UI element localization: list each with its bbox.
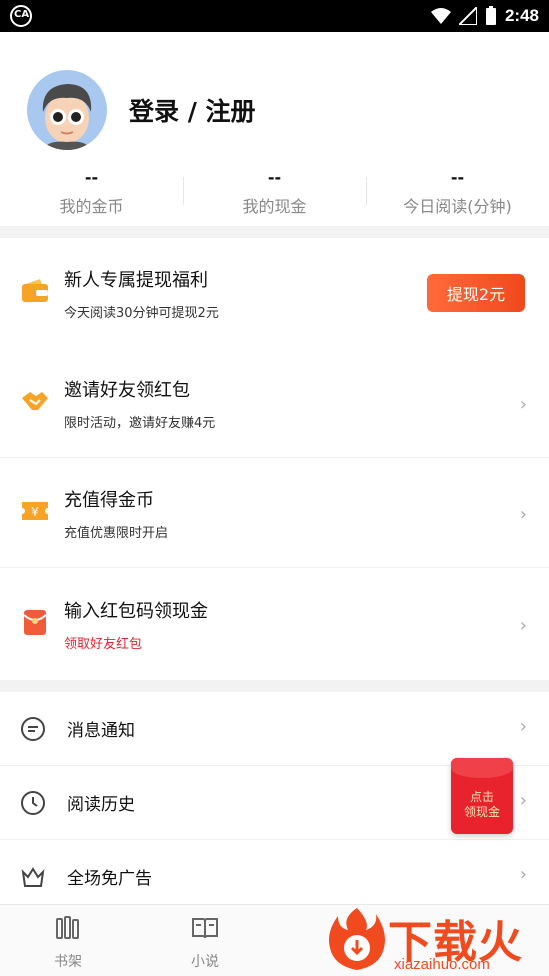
red-packet-line1: 点击 [469, 790, 494, 804]
promo-title: 输入红包码领现金 [64, 601, 208, 622]
wifi-icon [430, 8, 451, 24]
profile-header: 登录 / 注册 -- 我的金币 -- 我的现金 -- 今日阅读(分钟) [0, 32, 549, 226]
chevron-right-icon: › [519, 864, 527, 885]
app-notification-icon: CA [10, 5, 32, 27]
login-register-link[interactable]: 登录 / 注册 [129, 92, 256, 128]
withdraw-button[interactable]: 提现2元 [427, 274, 525, 312]
stat-cash[interactable]: -- 我的现金 [183, 167, 366, 217]
avatar[interactable] [27, 70, 107, 150]
stat-value: -- [450, 168, 465, 187]
handshake-icon [22, 392, 48, 410]
crown-icon [21, 867, 45, 887]
bookshelf-icon [56, 916, 79, 939]
settings-notifications[interactable]: 消息通知 › [0, 692, 549, 766]
settings-label: 全场免广告 [67, 869, 152, 889]
section-divider [0, 680, 549, 692]
message-icon [21, 717, 45, 741]
promo-invite-friends[interactable]: 邀请好友领红包 限时活动，邀请好友赚4元 › [0, 348, 549, 458]
chevron-right-icon: › [519, 394, 527, 415]
signal-icon [458, 7, 477, 25]
watermark: 下载火 xiazaihuo.com [322, 904, 549, 976]
promo-title: 邀请好友领红包 [64, 380, 190, 401]
floating-red-packet-button[interactable]: 点击 领现金 [451, 758, 513, 834]
chevron-right-icon: › [519, 504, 527, 525]
settings-label: 消息通知 [67, 721, 135, 741]
red-envelope-icon [23, 610, 47, 635]
promo-title: 新人专属提现福利 [64, 270, 208, 291]
svg-text:¥: ¥ [31, 505, 39, 519]
flame-logo-icon [329, 908, 385, 970]
status-bar: CA 2:48 [0, 0, 549, 32]
stat-label: 今日阅读(分钟) [403, 197, 512, 216]
tab-label: 小说 [191, 954, 219, 970]
red-packet-line2: 领现金 [463, 805, 500, 819]
chevron-right-icon: › [519, 615, 527, 636]
clock: 2:48 [504, 6, 539, 25]
settings-ad-free[interactable]: 全场免广告 › [0, 840, 549, 914]
wallet-icon [22, 279, 48, 302]
stat-value: -- [267, 168, 282, 187]
tab-label: 书架 [54, 954, 82, 970]
stat-reading-minutes[interactable]: -- 今日阅读(分钟) [366, 167, 549, 217]
section-divider [0, 226, 549, 238]
settings-label: 阅读历史 [67, 795, 135, 815]
battery-icon [485, 6, 496, 25]
stats-row: -- 我的金币 -- 我的现金 -- 今日阅读(分钟) [0, 167, 549, 217]
clock-icon [21, 791, 45, 815]
promo-subtitle: 今天阅读30分钟可提现2元 [64, 306, 219, 321]
promo-subtitle: 领取好友红包 [64, 637, 143, 652]
tab-bookshelf[interactable]: 书架 [28, 905, 108, 976]
chevron-right-icon: › [519, 716, 527, 737]
book-icon [192, 918, 218, 939]
promo-recharge-coins[interactable]: ¥ 充值得金币 充值优惠限时开启 › [0, 458, 549, 568]
promo-subtitle: 充值优惠限时开启 [64, 526, 169, 541]
stat-label: 我的金币 [59, 197, 124, 216]
promo-newuser-withdraw[interactable]: 新人专属提现福利 今天阅读30分钟可提现2元 提现2元 [0, 238, 549, 348]
promo-title: 充值得金币 [64, 490, 154, 511]
chevron-right-icon: › [519, 790, 527, 811]
promo-subtitle: 限时活动，邀请好友赚4元 [64, 416, 216, 431]
watermark-subtext: xiazaihuo.com [394, 956, 490, 973]
tab-novel[interactable]: 小说 [165, 905, 245, 976]
stat-value: -- [84, 168, 99, 187]
stat-label: 我的现金 [242, 197, 307, 216]
promo-redeem-code[interactable]: 输入红包码领现金 领取好友红包 › [0, 569, 549, 679]
coupon-icon: ¥ [22, 502, 48, 520]
stat-coins[interactable]: -- 我的金币 [0, 167, 183, 217]
